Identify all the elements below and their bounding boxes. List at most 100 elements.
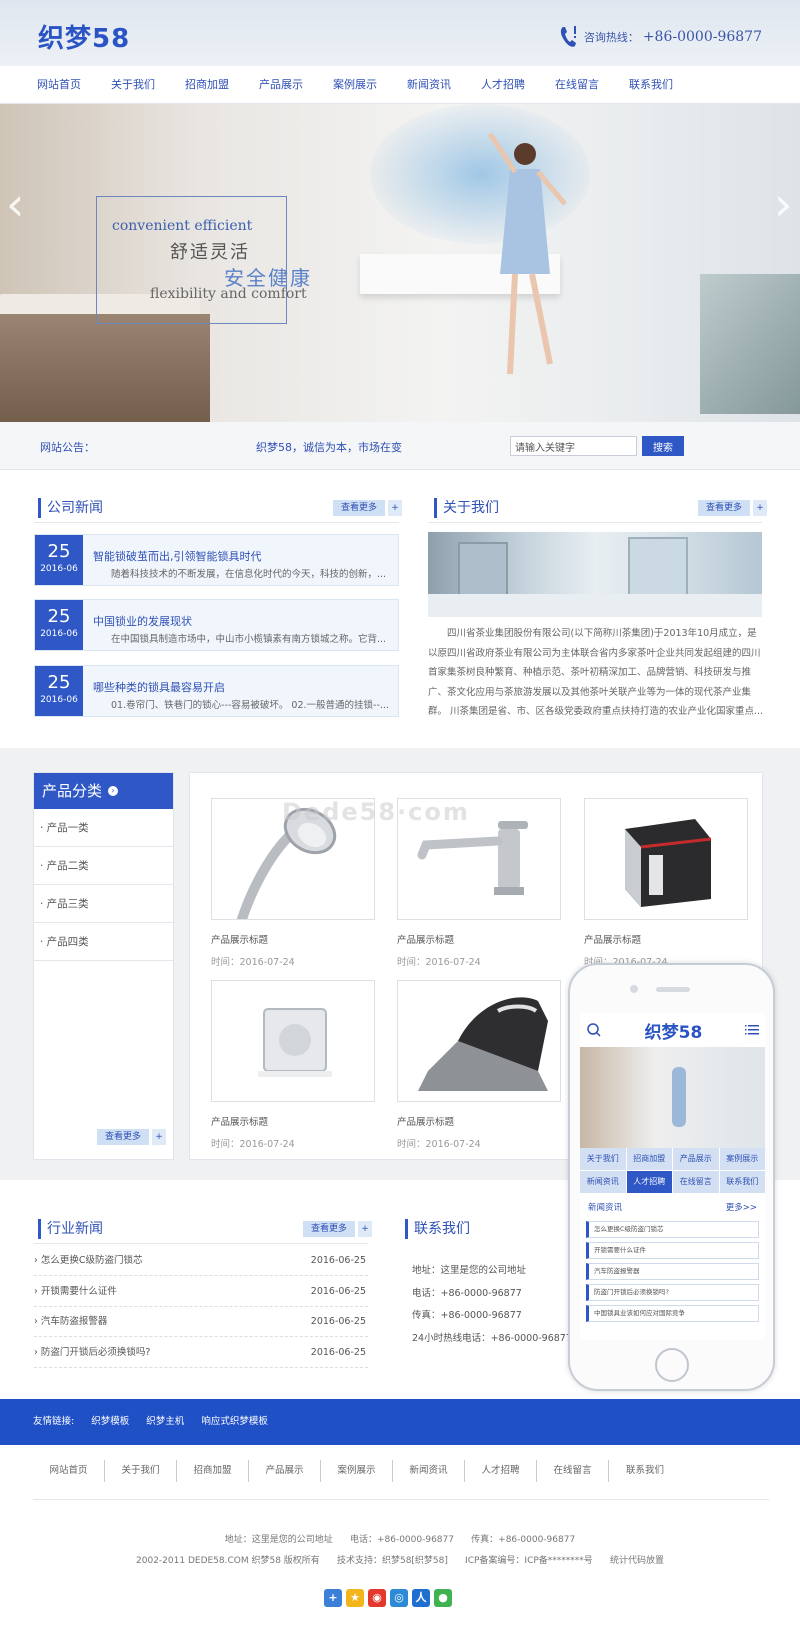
notice-text[interactable]: 织梦58，诚信为本，市场在变 [256, 439, 402, 455]
mobile-nav-item[interactable]: 人才招聘 [626, 1171, 672, 1193]
product-title[interactable]: 产品展示标题 [397, 1114, 561, 1128]
plus-icon[interactable]: + [753, 500, 768, 516]
plus-icon[interactable]: + [152, 1129, 167, 1145]
search-input[interactable] [510, 436, 637, 456]
product-card[interactable]: 产品展示标题 时间：2016-07-24 [584, 798, 748, 968]
search-icon[interactable] [586, 1022, 602, 1038]
industry-news-title[interactable]: › 开锁需要什么证件 [34, 1286, 117, 1297]
nav-message[interactable]: 在线留言 [540, 66, 614, 104]
menu-icon[interactable] [744, 1024, 759, 1036]
category-more-button[interactable]: 查看更多 + [97, 1129, 167, 1145]
phone-screen: 织梦58 关于我们 招商加盟 产品展示 案例展示 新闻资讯 人才招聘 在线留言 … [580, 1013, 765, 1340]
banner-prev-arrow[interactable]: ‹ [6, 174, 28, 234]
footer-nav-item[interactable]: 新闻资讯 [393, 1460, 465, 1482]
mobile-news-item[interactable]: 怎么更换C级防盗门锁芯 [586, 1221, 759, 1238]
product-card[interactable]: 产品展示标题 时间：2016-07-24 [397, 980, 561, 1150]
weibo-icon[interactable]: ◉ [368, 1589, 386, 1607]
nav-products[interactable]: 产品展示 [244, 66, 318, 104]
about-more-button[interactable]: 查看更多 + [698, 500, 768, 516]
wechat-icon[interactable]: ● [434, 1589, 452, 1607]
industry-news-item[interactable]: › 怎么更换C级防盗门锁芯 2016-06-25 [34, 1246, 368, 1276]
tencent-weibo-icon[interactable]: ◎ [390, 1589, 408, 1607]
news-title[interactable]: 哪些种类的锁具最容易开启 [93, 679, 225, 695]
nav-cases[interactable]: 案例展示 [318, 66, 392, 104]
industry-news-title[interactable]: › 怎么更换C级防盗门锁芯 [34, 1255, 142, 1266]
product-title[interactable]: 产品展示标题 [397, 932, 561, 946]
footer-nav-item[interactable]: 人才招聘 [465, 1460, 537, 1482]
news-item[interactable]: 25 2016-06 哪些种类的锁具最容易开启 01.卷帘门、铁巷门的锁心---… [34, 665, 399, 717]
product-image-toaster[interactable] [584, 798, 748, 920]
industry-news-title[interactable]: › 汽车防盗报警器 [34, 1316, 107, 1327]
mobile-logo[interactable]: 织梦58 [645, 1018, 703, 1043]
nav-franchise[interactable]: 招商加盟 [170, 66, 244, 104]
mobile-nav-item[interactable]: 产品展示 [673, 1148, 719, 1170]
footer-nav-item[interactable]: 网站首页 [33, 1460, 105, 1482]
mobile-news-item[interactable]: 防盗门开锁后必须换锁吗? [586, 1284, 759, 1301]
friend-link[interactable]: 织梦主机 [146, 1416, 184, 1427]
company-news-more-button[interactable]: 查看更多 + [333, 500, 403, 516]
more-label[interactable]: 查看更多 [698, 500, 751, 516]
search-button[interactable]: 搜索 [642, 436, 684, 456]
mobile-news-item[interactable]: 开锁需要什么证件 [586, 1242, 759, 1259]
more-label[interactable]: 查看更多 [303, 1221, 356, 1237]
more-label[interactable]: 查看更多 [333, 500, 386, 516]
mobile-nav-item[interactable]: 联系我们 [719, 1171, 765, 1193]
news-title[interactable]: 中国锁业的发展现状 [93, 613, 192, 629]
mobile-nav-item[interactable]: 在线留言 [673, 1171, 719, 1193]
nav-jobs[interactable]: 人才招聘 [466, 66, 540, 104]
footer-contact-info: 地址：这里是您的公司地址 电话：+86-0000-96877 传真：+86-00… [224, 1535, 576, 1545]
category-item[interactable]: · 产品三类 [34, 885, 173, 923]
share-icons: + ★ ◉ ◎ 人 ● [324, 1589, 452, 1607]
mobile-news-more[interactable]: 更多>> [726, 1201, 757, 1213]
product-title[interactable]: 产品展示标题 [584, 932, 748, 946]
plus-icon[interactable]: + [388, 500, 403, 516]
news-item[interactable]: 25 2016-06 中国锁业的发展现状 在中国锁具制造市场中，中山市小榄镇素有… [34, 599, 399, 651]
plus-share-icon[interactable]: + [324, 1589, 342, 1607]
site-logo[interactable]: 织梦58 [38, 18, 130, 55]
divider [428, 522, 762, 523]
mobile-nav-item[interactable]: 案例展示 [719, 1148, 765, 1170]
site-header: 织梦58 咨询热线： +86-0000-96877 [0, 0, 800, 66]
footer-nav-item[interactable]: 案例展示 [321, 1460, 393, 1482]
industry-news-item[interactable]: › 汽车防盗报警器 2016-06-25 [34, 1307, 368, 1337]
nav-home[interactable]: 网站首页 [22, 66, 96, 104]
renren-icon[interactable]: 人 [412, 1589, 430, 1607]
news-item[interactable]: 25 2016-06 智能锁破茧而出,引领智能锁具时代 随着科技技术的不断发展，… [34, 534, 399, 586]
banner-bathtub [0, 314, 210, 422]
industry-news-title[interactable]: › 防盗门开锁后必须换锁吗? [34, 1347, 150, 1358]
banner-next-arrow[interactable]: › [774, 174, 796, 234]
mobile-nav-item[interactable]: 关于我们 [580, 1148, 626, 1170]
category-item[interactable]: · 产品一类 [34, 809, 173, 847]
qzone-icon[interactable]: ★ [346, 1589, 364, 1607]
mobile-news-item[interactable]: 汽车防盗报警器 [586, 1263, 759, 1280]
footer-nav-item[interactable]: 联系我们 [609, 1460, 681, 1482]
footer-nav-item[interactable]: 招商加盟 [177, 1460, 249, 1482]
product-image-iron[interactable] [397, 980, 561, 1102]
more-label[interactable]: 查看更多 [97, 1129, 150, 1145]
friend-links-bar: 友情链接: 织梦模板 织梦主机 响应式织梦模板 [0, 1399, 800, 1445]
product-title[interactable]: 产品展示标题 [211, 932, 375, 946]
plus-icon[interactable]: + [358, 1221, 373, 1237]
mobile-nav-item[interactable]: 招商加盟 [626, 1148, 672, 1170]
footer-nav-item[interactable]: 关于我们 [105, 1460, 177, 1482]
industry-news-item[interactable]: › 防盗门开锁后必须换锁吗? 2016-06-25 [34, 1338, 368, 1368]
category-item[interactable]: · 产品二类 [34, 847, 173, 885]
footer-nav-item[interactable]: 产品展示 [249, 1460, 321, 1482]
category-item[interactable]: · 产品四类 [34, 923, 173, 961]
product-image-square-shower[interactable] [211, 980, 375, 1102]
product-time: 时间：2016-07-24 [211, 957, 295, 968]
news-title[interactable]: 智能锁破茧而出,引领智能锁具时代 [93, 548, 262, 564]
mobile-news-item[interactable]: 中国锁具业该如何应对国际竞争 [586, 1305, 759, 1322]
phone-speaker [656, 987, 690, 992]
industry-news-item[interactable]: › 开锁需要什么证件 2016-06-25 [34, 1277, 368, 1307]
friend-link[interactable]: 响应式织梦模板 [201, 1416, 268, 1427]
mobile-nav-item[interactable]: 新闻资讯 [580, 1171, 626, 1193]
footer-nav-item[interactable]: 在线留言 [537, 1460, 609, 1482]
friend-link[interactable]: 织梦模板 [91, 1416, 129, 1427]
product-card[interactable]: 产品展示标题 时间：2016-07-24 [211, 980, 375, 1150]
nav-contact[interactable]: 联系我们 [614, 66, 688, 104]
product-title[interactable]: 产品展示标题 [211, 1114, 375, 1128]
nav-news[interactable]: 新闻资讯 [392, 66, 466, 104]
industry-news-more-button[interactable]: 查看更多 + [303, 1221, 373, 1237]
nav-about[interactable]: 关于我们 [96, 66, 170, 104]
